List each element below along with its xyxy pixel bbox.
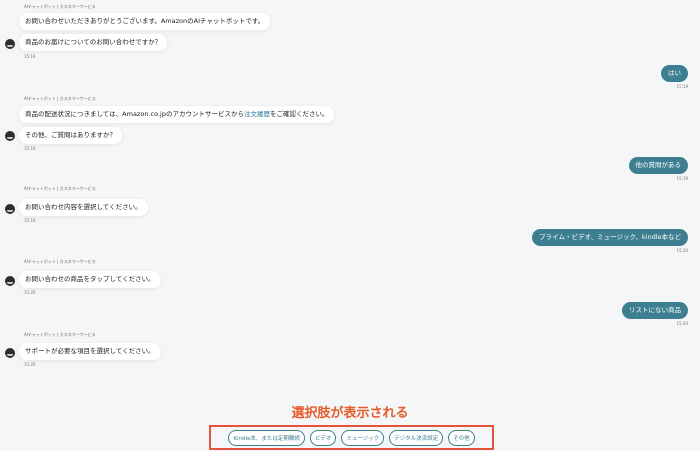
bot-avatar-icon <box>5 276 15 286</box>
message-timestamp: 15:19 <box>24 54 36 59</box>
choice-digital-payment-button[interactable]: デジタル決済設定 <box>389 429 444 446</box>
user-message: 他の質問がある <box>628 157 688 174</box>
chat-window: AIチャットボット | カスタマーサービス お問い合わせいただきありがとうござい… <box>0 0 700 451</box>
message-timestamp: 15:19 <box>676 84 688 89</box>
choice-video-button[interactable]: ビデオ <box>309 429 337 446</box>
bot-sender-label: AIチャットボット | カスタマーサービス <box>24 186 96 191</box>
bot-avatar-icon <box>5 348 15 358</box>
message-timestamp: 15:20 <box>24 362 36 367</box>
order-history-link[interactable]: 注文履歴 <box>244 110 270 118</box>
user-message: はい <box>661 65 688 82</box>
message-timestamp: 15:19 <box>24 218 36 223</box>
bot-avatar-icon <box>5 131 15 141</box>
choice-other-button[interactable]: その他 <box>448 429 475 446</box>
choice-kindle-button[interactable]: Kindle本、または定期購読 <box>228 429 305 446</box>
bot-message: サポートが必要な項目を選択してください。 <box>19 343 161 360</box>
bot-avatar-icon <box>5 204 15 214</box>
message-text: をご確認ください。 <box>269 110 329 118</box>
bot-sender-label: AIチャットボット | カスタマーサービス <box>24 332 96 337</box>
message-timestamp: 15:19 <box>676 176 688 181</box>
bot-sender-label: AIチャットボット | カスタマーサービス <box>24 96 96 101</box>
choice-music-button[interactable]: ミュージック <box>341 429 385 446</box>
message-timestamp: 15:20 <box>24 290 36 295</box>
message-timestamp: 15:19 <box>24 146 36 151</box>
bot-message: お問い合わせ内容を選択してください。 <box>19 199 148 216</box>
user-message: プライム・ビデオ、ミュージック、kindle本など <box>532 229 688 246</box>
bot-message: お問い合わせの商品をタップしてください。 <box>19 271 161 288</box>
message-text: 商品の配送状況につきましては、Amazon.co.jpのアカウントサービスから <box>25 110 244 118</box>
bot-message: お問い合わせいただきありがとうございます。AmazonのAIチャットボットです。 <box>19 13 271 30</box>
message-timestamp: 15:20 <box>676 248 688 253</box>
bot-sender-label: AIチャットボット | カスタマーサービス <box>24 259 96 264</box>
bot-avatar-icon <box>5 39 15 49</box>
bot-message: 商品の配送状況につきましては、Amazon.co.jpのアカウントサービスから注… <box>19 106 335 123</box>
bot-message: 商品のお届けについてのお問い合わせですか？ <box>19 34 168 51</box>
user-message: リストにない商品 <box>622 302 688 319</box>
annotation-caption: 選択肢が表示される <box>291 406 409 421</box>
quick-reply-choices: Kindle本、または定期購読 ビデオ ミュージック デジタル決済設定 その他 <box>209 425 494 450</box>
bot-message: その他、ご質問はありますか？ <box>19 127 122 144</box>
message-timestamp: 15:20 <box>676 321 688 326</box>
bot-sender-label: AIチャットボット | カスタマーサービス <box>24 4 96 9</box>
